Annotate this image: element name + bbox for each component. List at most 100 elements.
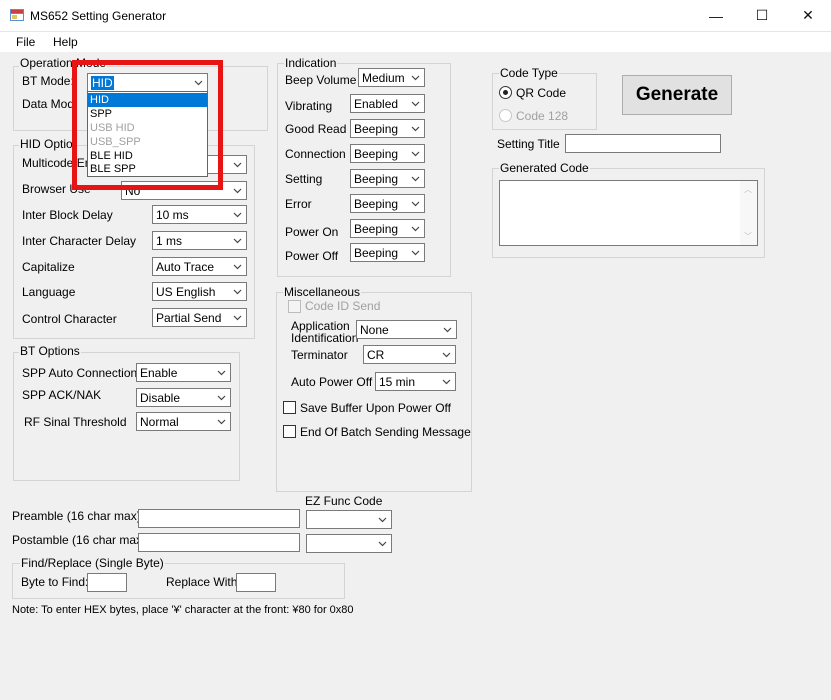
good-read-select[interactable]: Beeping [350,119,425,138]
spp-ack-nak-label: SPP ACK/NAK [22,388,102,402]
code-id-send-checkbox[interactable] [288,300,301,313]
generated-code-label: Generated Code [499,161,590,175]
error-select[interactable]: Beeping [350,194,425,213]
vibrating-select[interactable]: Enabled [350,94,425,113]
minimize-icon: — [709,7,723,24]
app-icon [10,9,24,21]
chevron-down-icon [233,160,242,169]
application-identification-label: Application Identification [291,320,358,344]
language-select[interactable]: US English [152,282,247,301]
power-off-select[interactable]: Beeping [350,243,425,262]
spp-auto-connection-label: SPP Auto Connection [22,366,138,380]
close-button[interactable]: ✕ [785,0,831,31]
save-buffer-label: Save Buffer Upon Power Off [300,401,451,415]
connection-select[interactable]: Beeping [350,144,425,163]
generated-code-textarea[interactable]: ︿ ﹀ [499,180,758,246]
setting-label: Setting [285,172,323,186]
maximize-button[interactable]: ☐ [739,0,785,31]
terminator-select[interactable]: CR [363,345,456,364]
menu-file[interactable]: File [16,35,35,49]
replace-with-input[interactable] [236,573,276,592]
chevron-down-icon [378,515,387,524]
code-128-radio[interactable] [499,109,512,122]
beep-volume-select[interactable]: Medium [358,68,425,87]
qr-code-label: QR Code [516,86,567,100]
capitalize-select[interactable]: Auto Trace [152,257,247,276]
chevron-down-icon [233,287,242,296]
code-type-label: Code Type [499,66,559,80]
highlight-box [72,60,223,190]
postamble-input[interactable] [138,533,300,552]
menu-help[interactable]: Help [53,35,78,49]
end-of-batch-checkbox[interactable] [283,425,296,438]
bt-mode-label: BT Mode: [22,74,74,88]
preamble-ez-func-select[interactable] [306,510,392,529]
spp-auto-connection-value: Enable [140,366,178,380]
minimize-button[interactable]: — [693,0,739,31]
ez-func-code-label: EZ Func Code [305,494,383,508]
setting-title-input[interactable] [565,134,721,153]
preamble-input[interactable] [138,509,300,528]
save-buffer-checkbox[interactable] [283,401,296,414]
byte-to-find-label: Byte to Find: [21,575,89,589]
power-off-value: Beeping [354,246,399,260]
postamble-label: Postamble (16 char max): [12,533,150,547]
chevron-down-icon [442,350,451,359]
chevron-down-icon [443,325,452,334]
chevron-down-icon [411,224,420,233]
capitalize-value: Auto Trace [156,260,215,274]
window-title: MS652 Setting Generator [30,9,167,23]
chevron-down-icon [233,210,242,219]
replace-with-label: Replace With: [166,575,241,589]
bt-options-label: BT Options [19,344,81,358]
rf-signal-threshold-value: Normal [140,415,179,429]
spp-ack-nak-select[interactable]: Disable [136,388,231,407]
chevron-down-icon [411,174,420,183]
rf-signal-threshold-select[interactable]: Normal [136,412,231,431]
setting-title-label: Setting Title [497,137,560,151]
control-character-label: Control Character [22,312,117,326]
connection-value: Beeping [354,147,399,161]
good-read-value: Beeping [354,122,399,136]
chevron-down-icon [411,149,420,158]
postamble-ez-func-select[interactable] [306,534,392,553]
terminator-value: CR [367,348,385,362]
chevron-down-icon [411,73,420,82]
chevron-down-icon [217,393,226,402]
control-character-select[interactable]: Partial Send [152,308,247,327]
power-on-value: Beeping [354,222,399,236]
power-off-label: Power Off [285,249,339,263]
rf-signal-threshold-label: RF Sinal Threshold [24,415,127,429]
auto-power-off-select[interactable]: 15 min [375,372,456,391]
inter-character-delay-label: Inter Character Delay [22,234,137,248]
language-label: Language [22,285,76,299]
application-identification-select[interactable]: None [356,320,457,339]
application-label-line2: Identification [291,331,359,345]
auto-power-off-value: 15 min [379,375,416,389]
beep-volume-label: Beep Volume [285,73,357,87]
generate-button[interactable]: Generate [622,75,732,115]
vibrating-value: Enabled [354,97,399,111]
power-on-select[interactable]: Beeping [350,219,425,238]
chevron-down-icon [411,199,420,208]
inter-block-delay-select[interactable]: 10 ms [152,205,247,224]
setting-select[interactable]: Beeping [350,169,425,188]
error-value: Beeping [354,197,399,211]
qr-code-radio[interactable] [499,86,512,99]
inter-block-delay-label: Inter Block Delay [22,208,113,222]
inter-character-delay-value: 1 ms [156,234,183,248]
byte-to-find-input[interactable] [87,573,127,592]
code-id-send-label: Code ID Send [305,299,381,313]
beep-volume-value: Medium [362,71,405,85]
terminator-label: Terminator [291,348,348,362]
maximize-icon: ☐ [755,7,769,23]
end-of-batch-label: End Of Batch Sending Message [300,425,471,439]
spp-auto-connection-select[interactable]: Enable [136,363,231,382]
inter-character-delay-select[interactable]: 1 ms [152,231,247,250]
chevron-down-icon [217,368,226,377]
chevron-down-icon [411,99,420,108]
inter-block-delay-value: 10 ms [156,208,189,222]
scroll-up-icon: ︿ [744,185,752,194]
hex-note: Note: To enter HEX bytes, place '¥' char… [12,604,354,616]
scrollbar[interactable]: ︿ ﹀ [740,181,757,245]
